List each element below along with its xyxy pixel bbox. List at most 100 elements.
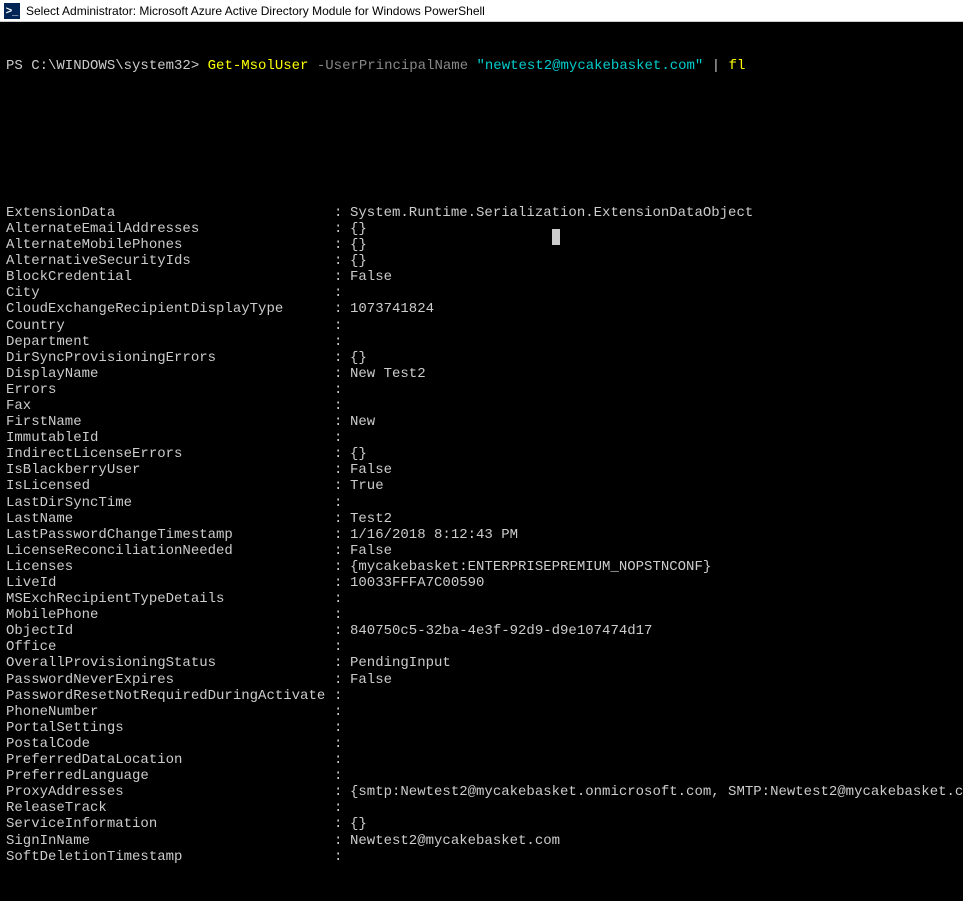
property-value: PendingInput	[350, 655, 957, 671]
property-value: Test2	[350, 511, 957, 527]
property-value	[350, 382, 957, 398]
property-separator: :	[334, 462, 350, 478]
blank-line	[6, 108, 957, 124]
terminal-output[interactable]: PS C:\WINDOWS\system32> Get-MsolUser -Us…	[0, 22, 963, 901]
property-value	[350, 334, 957, 350]
property-row: IndirectLicenseErrors: {}	[6, 446, 957, 462]
property-separator: :	[334, 253, 350, 269]
property-key: LiveId	[6, 575, 334, 591]
property-row: ServiceInformation: {}	[6, 816, 957, 832]
property-value: 1/16/2018 8:12:43 PM	[350, 527, 957, 543]
command-prompt-line: PS C:\WINDOWS\system32> Get-MsolUser -Us…	[6, 58, 957, 74]
property-row: IsBlackberryUser: False	[6, 462, 957, 478]
property-separator: :	[334, 623, 350, 639]
property-key: FirstName	[6, 414, 334, 430]
property-key: ReleaseTrack	[6, 800, 334, 816]
property-separator: :	[334, 237, 350, 253]
property-separator: :	[334, 736, 350, 752]
property-separator: :	[334, 720, 350, 736]
property-row: PreferredDataLocation:	[6, 752, 957, 768]
window-title-bar[interactable]: >_ Select Administrator: Microsoft Azure…	[0, 0, 963, 22]
property-separator: :	[334, 318, 350, 334]
property-separator: :	[334, 478, 350, 494]
property-row: AlternateEmailAddresses: {}	[6, 221, 957, 237]
property-value: {}	[350, 350, 957, 366]
property-value	[350, 688, 957, 704]
property-key: IndirectLicenseErrors	[6, 446, 334, 462]
property-key: LastDirSyncTime	[6, 495, 334, 511]
property-value	[350, 318, 957, 334]
property-value: 1073741824	[350, 301, 957, 317]
property-key: PhoneNumber	[6, 704, 334, 720]
property-separator: :	[334, 607, 350, 623]
property-list: ExtensionData: System.Runtime.Serializat…	[6, 205, 957, 865]
property-value	[350, 768, 957, 784]
property-key: Office	[6, 639, 334, 655]
property-row: SignInName: Newtest2@mycakebasket.com	[6, 833, 957, 849]
property-key: ImmutableId	[6, 430, 334, 446]
property-separator: :	[334, 511, 350, 527]
property-row: IsLicensed: True	[6, 478, 957, 494]
command-cmdlet: Get-MsolUser	[208, 58, 309, 74]
property-row: City:	[6, 285, 957, 301]
property-value: {}	[350, 237, 957, 253]
property-separator: :	[334, 350, 350, 366]
property-separator: :	[334, 527, 350, 543]
property-separator: :	[334, 285, 350, 301]
property-row: ObjectId: 840750c5-32ba-4e3f-92d9-d9e107…	[6, 623, 957, 639]
property-value	[350, 285, 957, 301]
property-key: PreferredDataLocation	[6, 752, 334, 768]
property-row: ExtensionData: System.Runtime.Serializat…	[6, 205, 957, 221]
property-value: {}	[350, 446, 957, 462]
property-key: Department	[6, 334, 334, 350]
property-separator: :	[334, 800, 350, 816]
property-separator: :	[334, 672, 350, 688]
property-value: False	[350, 672, 957, 688]
property-row: DisplayName: New Test2	[6, 366, 957, 382]
property-separator: :	[334, 704, 350, 720]
property-row: Department:	[6, 334, 957, 350]
property-row: ReleaseTrack:	[6, 800, 957, 816]
property-value: New Test2	[350, 366, 957, 382]
property-row: LastDirSyncTime:	[6, 495, 957, 511]
property-value: Newtest2@mycakebasket.com	[350, 833, 957, 849]
property-value	[350, 495, 957, 511]
property-key: IsBlackberryUser	[6, 462, 334, 478]
property-row: PasswordResetNotRequiredDuringActivate:	[6, 688, 957, 704]
property-row: PreferredLanguage:	[6, 768, 957, 784]
property-separator: :	[334, 591, 350, 607]
property-value	[350, 607, 957, 623]
property-separator: :	[334, 221, 350, 237]
property-separator: :	[334, 301, 350, 317]
property-separator: :	[334, 543, 350, 559]
property-separator: :	[334, 446, 350, 462]
property-key: CloudExchangeRecipientDisplayType	[6, 301, 334, 317]
property-key: DirSyncProvisioningErrors	[6, 350, 334, 366]
property-separator: :	[334, 559, 350, 575]
property-row: Country:	[6, 318, 957, 334]
property-key: OverallProvisioningStatus	[6, 655, 334, 671]
window-title: Select Administrator: Microsoft Azure Ac…	[26, 4, 485, 18]
property-row: MSExchRecipientTypeDetails:	[6, 591, 957, 607]
property-key: ObjectId	[6, 623, 334, 639]
property-key: Licenses	[6, 559, 334, 575]
property-separator: :	[334, 752, 350, 768]
property-separator: :	[334, 269, 350, 285]
property-key: AlternateEmailAddresses	[6, 221, 334, 237]
property-row: ImmutableId:	[6, 430, 957, 446]
property-value	[350, 704, 957, 720]
property-separator: :	[334, 784, 350, 800]
property-value	[350, 800, 957, 816]
property-key: City	[6, 285, 334, 301]
property-row: AlternateMobilePhones: {}	[6, 237, 957, 253]
property-row: CloudExchangeRecipientDisplayType: 10737…	[6, 301, 957, 317]
property-key: PreferredLanguage	[6, 768, 334, 784]
property-row: DirSyncProvisioningErrors: {}	[6, 350, 957, 366]
property-row: Office:	[6, 639, 957, 655]
property-separator: :	[334, 414, 350, 430]
property-key: Fax	[6, 398, 334, 414]
property-value	[350, 736, 957, 752]
property-key: PasswordResetNotRequiredDuringActivate	[6, 688, 334, 704]
property-value	[350, 720, 957, 736]
property-value	[350, 398, 957, 414]
